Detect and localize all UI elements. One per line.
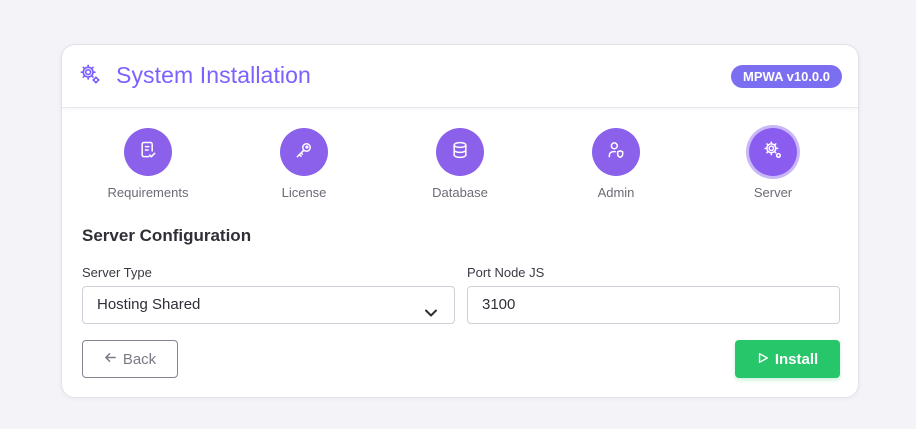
gear-icon bbox=[79, 63, 101, 85]
step-circle-active bbox=[749, 128, 797, 176]
step-label: License bbox=[281, 185, 327, 200]
step-license[interactable]: License bbox=[244, 128, 364, 200]
server-type-label: Server Type bbox=[82, 265, 152, 280]
step-circle bbox=[436, 128, 484, 176]
step-circle bbox=[592, 128, 640, 176]
user-shield-icon bbox=[606, 140, 626, 165]
page-title: System Installation bbox=[116, 62, 311, 88]
server-type-select[interactable]: Hosting Shared bbox=[82, 286, 455, 324]
step-label: Requirements bbox=[107, 185, 189, 200]
step-label: Database bbox=[432, 185, 488, 200]
step-database[interactable]: Database bbox=[400, 128, 520, 200]
database-icon bbox=[450, 140, 470, 165]
step-label: Server bbox=[753, 185, 793, 200]
step-circle bbox=[124, 128, 172, 176]
port-input[interactable]: 3100 bbox=[467, 286, 840, 324]
server-type-value: Hosting Shared bbox=[97, 296, 201, 313]
install-button[interactable]: Install bbox=[735, 340, 840, 378]
step-server[interactable]: Server bbox=[713, 128, 833, 200]
back-label: Back bbox=[122, 350, 157, 368]
port-value: 3100 bbox=[482, 296, 516, 313]
step-circle bbox=[280, 128, 328, 176]
step-label: Admin bbox=[597, 185, 635, 200]
play-icon bbox=[757, 351, 769, 368]
checklist-icon bbox=[138, 140, 158, 165]
back-button[interactable]: Back bbox=[82, 340, 178, 378]
key-icon bbox=[294, 140, 314, 165]
card-header: System Installation MPWA v10.0.0 bbox=[62, 45, 858, 108]
gear-icon bbox=[763, 140, 783, 165]
chevron-down-icon bbox=[424, 298, 438, 317]
section-title: Server Configuration bbox=[82, 226, 252, 245]
installation-card: System Installation MPWA v10.0.0 Require… bbox=[61, 44, 859, 398]
version-badge: MPWA v10.0.0 bbox=[731, 65, 842, 88]
step-requirements[interactable]: Requirements bbox=[88, 128, 208, 200]
step-admin[interactable]: Admin bbox=[556, 128, 676, 200]
arrow-left-icon bbox=[104, 351, 117, 368]
install-label: Install bbox=[774, 350, 819, 368]
port-label: Port Node JS bbox=[467, 265, 545, 280]
